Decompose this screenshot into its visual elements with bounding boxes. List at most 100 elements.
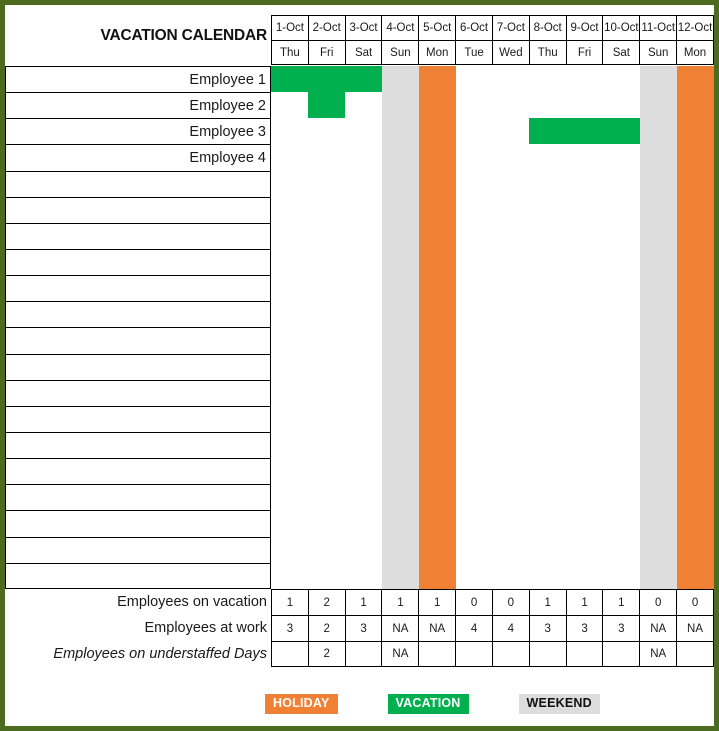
day-cell-work[interactable]	[529, 379, 567, 406]
day-cell-work[interactable]	[566, 301, 604, 328]
day-cell-work[interactable]	[344, 275, 382, 302]
day-cell-work[interactable]	[566, 248, 604, 276]
day-cell-work[interactable]	[529, 301, 567, 328]
day-cell-holiday[interactable]	[418, 248, 456, 276]
day-cell-weekend[interactable]	[381, 196, 419, 223]
day-cell-work[interactable]	[455, 222, 493, 249]
summary-value-cell[interactable]: 2	[307, 641, 345, 667]
day-cell-work[interactable]	[492, 170, 530, 197]
day-cell-weekend[interactable]	[640, 562, 678, 589]
day-cell-work[interactable]	[307, 484, 345, 511]
day-cell-holiday[interactable]	[677, 248, 715, 276]
day-cell-work[interactable]	[344, 301, 382, 328]
summary-value-cell[interactable]: 0	[491, 589, 529, 615]
empty-name-cell[interactable]	[5, 248, 271, 276]
day-cell-work[interactable]	[492, 458, 530, 485]
day-cell-work[interactable]	[455, 301, 493, 328]
day-cell-weekend[interactable]	[640, 196, 678, 223]
day-cell-work[interactable]	[455, 275, 493, 302]
day-cell-work[interactable]	[455, 170, 493, 197]
day-cell-work[interactable]	[455, 379, 493, 406]
employee-name-cell[interactable]: Employee 1	[5, 66, 271, 93]
day-cell-work[interactable]	[344, 379, 382, 406]
empty-name-cell[interactable]	[5, 536, 271, 563]
day-cell-holiday[interactable]	[418, 92, 456, 119]
day-cell-weekend[interactable]	[640, 510, 678, 537]
day-cell-vacation[interactable]	[603, 118, 641, 145]
summary-value-cell[interactable]: 1	[344, 589, 382, 615]
day-cell-work[interactable]	[344, 144, 382, 171]
day-cell-work[interactable]	[566, 536, 604, 563]
day-cell-work[interactable]	[271, 144, 308, 171]
day-cell-holiday[interactable]	[418, 484, 456, 511]
day-cell-work[interactable]	[344, 327, 382, 354]
day-cell-work[interactable]	[344, 196, 382, 223]
day-cell-work[interactable]	[492, 484, 530, 511]
day-cell-work[interactable]	[529, 405, 567, 432]
summary-value-cell[interactable]	[271, 641, 308, 667]
day-cell-work[interactable]	[307, 275, 345, 302]
day-cell-vacation[interactable]	[271, 66, 308, 93]
day-cell-work[interactable]	[455, 144, 493, 171]
day-cell-holiday[interactable]	[677, 405, 715, 432]
day-cell-holiday[interactable]	[418, 353, 456, 380]
day-cell-work[interactable]	[529, 353, 567, 380]
summary-value-cell[interactable]: 3	[602, 615, 640, 641]
empty-name-cell[interactable]	[5, 458, 271, 485]
day-cell-holiday[interactable]	[677, 484, 715, 511]
day-cell-weekend[interactable]	[640, 118, 678, 145]
day-cell-work[interactable]	[307, 431, 345, 459]
empty-name-cell[interactable]	[5, 379, 271, 406]
day-cell-work[interactable]	[344, 458, 382, 485]
summary-value-cell[interactable]	[455, 641, 492, 667]
day-cell-work[interactable]	[271, 248, 308, 276]
day-cell-work[interactable]	[271, 536, 308, 563]
day-cell-weekend[interactable]	[381, 301, 419, 328]
day-cell-vacation[interactable]	[529, 118, 567, 145]
day-cell-work[interactable]	[271, 275, 308, 302]
day-cell-work[interactable]	[455, 562, 493, 589]
day-cell-work[interactable]	[271, 301, 308, 328]
employee-name-cell[interactable]: Employee 4	[5, 144, 271, 171]
day-cell-weekend[interactable]	[381, 536, 419, 563]
day-cell-work[interactable]	[529, 248, 567, 276]
day-cell-work[interactable]	[271, 431, 308, 459]
day-cell-work[interactable]	[344, 405, 382, 432]
empty-name-cell[interactable]	[5, 405, 271, 432]
summary-value-cell[interactable]: 2	[307, 615, 345, 641]
empty-name-cell[interactable]	[5, 562, 271, 589]
day-cell-holiday[interactable]	[677, 327, 715, 354]
day-cell-work[interactable]	[307, 458, 345, 485]
day-cell-work[interactable]	[492, 92, 530, 119]
day-cell-work[interactable]	[455, 353, 493, 380]
summary-value-cell[interactable]	[344, 641, 382, 667]
day-cell-work[interactable]	[529, 144, 567, 171]
day-cell-work[interactable]	[529, 196, 567, 223]
day-cell-work[interactable]	[603, 379, 641, 406]
day-cell-weekend[interactable]	[381, 222, 419, 249]
summary-value-cell[interactable]: NA	[418, 615, 456, 641]
day-cell-work[interactable]	[603, 327, 641, 354]
day-cell-work[interactable]	[603, 353, 641, 380]
day-cell-work[interactable]	[492, 431, 530, 459]
employee-name-cell[interactable]: Employee 3	[5, 118, 271, 145]
day-cell-work[interactable]	[455, 248, 493, 276]
day-cell-work[interactable]	[271, 170, 308, 197]
day-cell-work[interactable]	[455, 431, 493, 459]
day-cell-weekend[interactable]	[381, 66, 419, 93]
day-cell-work[interactable]	[529, 458, 567, 485]
day-cell-holiday[interactable]	[418, 301, 456, 328]
day-cell-holiday[interactable]	[677, 275, 715, 302]
day-cell-holiday[interactable]	[418, 379, 456, 406]
day-cell-work[interactable]	[271, 484, 308, 511]
day-cell-weekend[interactable]	[640, 327, 678, 354]
day-cell-holiday[interactable]	[677, 431, 715, 459]
summary-value-cell[interactable]: NA	[639, 641, 677, 667]
summary-value-cell[interactable]: 1	[381, 589, 419, 615]
day-cell-holiday[interactable]	[677, 222, 715, 249]
day-cell-weekend[interactable]	[381, 379, 419, 406]
day-cell-weekend[interactable]	[640, 144, 678, 171]
day-cell-holiday[interactable]	[677, 562, 715, 589]
day-cell-work[interactable]	[344, 222, 382, 249]
day-cell-holiday[interactable]	[418, 431, 456, 459]
